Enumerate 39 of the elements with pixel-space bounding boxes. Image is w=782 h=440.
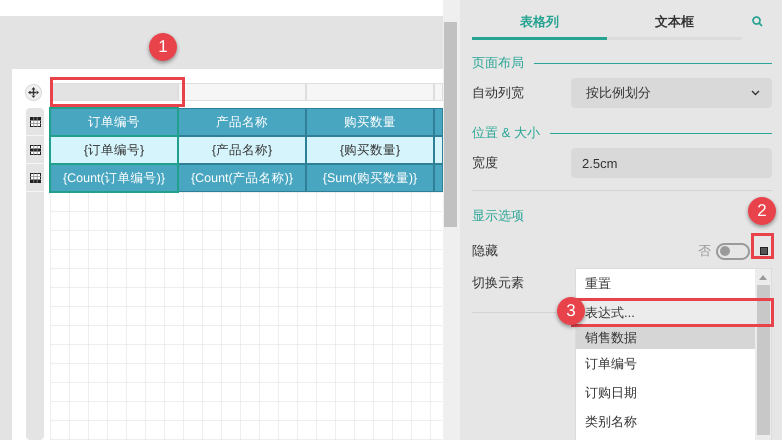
column-ruler-handle[interactable]	[306, 83, 434, 101]
table-cell	[434, 164, 443, 192]
table-cell	[434, 136, 443, 164]
column-ruler-handle[interactable]	[434, 83, 443, 101]
field-label: 切换元素	[472, 274, 525, 292]
tab[interactable]: 文本框	[607, 10, 742, 40]
column-header: 订单编号	[50, 108, 178, 136]
highlight-frame	[751, 233, 774, 259]
row-handle-icon[interactable]	[30, 144, 40, 154]
toggle-state: 否	[698, 242, 711, 260]
toggle-switch[interactable]	[716, 242, 750, 260]
table-cell: {Count(产品名称)}	[178, 164, 306, 192]
scroll-up-icon[interactable]	[759, 275, 767, 280]
scrollbar-thumb[interactable]	[756, 285, 770, 435]
row-handle-icon[interactable]	[30, 172, 40, 182]
table-cell: {订单编号}	[50, 136, 178, 164]
column-header: 购买数量	[306, 108, 434, 136]
search-icon[interactable]	[752, 16, 762, 26]
dropdown[interactable]: 按比例划分	[571, 78, 772, 108]
section-title: 显示选项	[472, 206, 524, 225]
chevron-down-icon	[751, 90, 760, 96]
field-label: 隐藏	[472, 242, 499, 260]
section-title: 位置 & 大小	[472, 124, 540, 142]
table-cell: {产品名称}	[178, 136, 306, 164]
field-label: 自动列宽	[472, 84, 525, 102]
table-cell: {Sum(购买数量)}	[306, 164, 434, 192]
list-group-header: 销售数据	[576, 327, 755, 349]
column-ruler-handle[interactable]	[50, 83, 178, 101]
section-title: 页面布局	[472, 54, 524, 72]
column-header: 产品名称	[178, 108, 306, 136]
table-cell	[434, 108, 443, 136]
scrollbar-thumb[interactable]	[444, 22, 457, 227]
row-handle-icon[interactable]	[30, 116, 40, 126]
move-icon[interactable]	[25, 84, 42, 100]
table-cell: {购买数量}	[306, 136, 434, 164]
input-field[interactable]: 2.5cm	[571, 148, 772, 178]
column-ruler-handle[interactable]	[178, 83, 306, 101]
table-cell: {Count(订单编号)}	[50, 164, 178, 192]
field-label: 宽度	[472, 154, 499, 172]
